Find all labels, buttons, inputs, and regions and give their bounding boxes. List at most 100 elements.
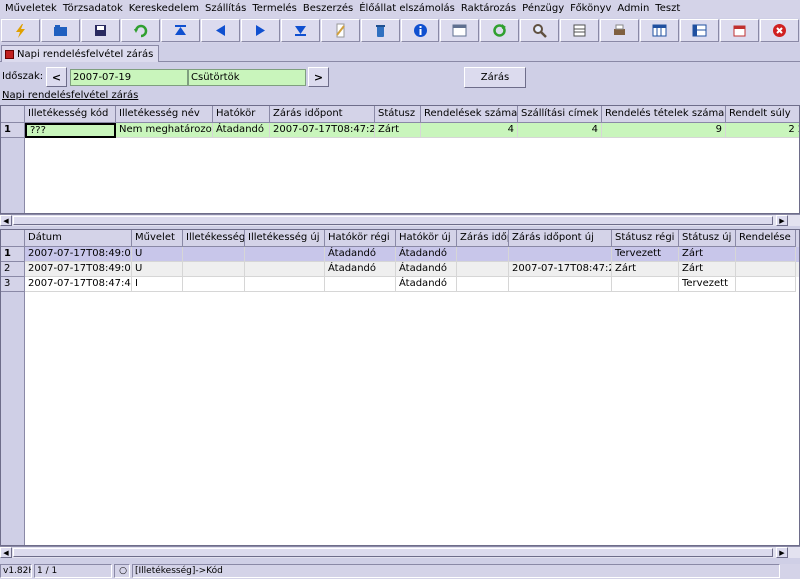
- row-number[interactable]: 1: [1, 123, 25, 138]
- window-button[interactable]: [440, 19, 480, 42]
- import-grid-button[interactable]: [680, 19, 720, 42]
- search-button[interactable]: [520, 19, 560, 42]
- table-cell[interactable]: Zárt: [612, 262, 679, 277]
- menu-item-6[interactable]: Élőállat elszámolás: [356, 0, 458, 18]
- table-cell[interactable]: Átadandó: [396, 277, 457, 292]
- save-button[interactable]: [80, 19, 120, 42]
- table-cell[interactable]: Tervezett: [612, 247, 679, 262]
- list-button[interactable]: [560, 19, 600, 42]
- table-cell[interactable]: [736, 277, 796, 292]
- column-header[interactable]: Hatókör: [213, 106, 270, 123]
- table-cell[interactable]: Tervezett: [679, 277, 736, 292]
- table-cell[interactable]: Átadandó: [325, 262, 396, 277]
- tab-napi-rendelesfelvetel-zaras[interactable]: Napi rendelésfelvétel zárás: [1, 45, 160, 62]
- last-record-button[interactable]: [280, 19, 320, 42]
- close-day-button[interactable]: Zárás: [464, 67, 526, 88]
- column-header[interactable]: Illetékesség kód: [25, 106, 116, 123]
- column-header[interactable]: Illetékesség név: [116, 106, 213, 123]
- table-row[interactable]: 3 2007-07-17T08:47:43 I Átadandó Tervezett: [1, 277, 799, 292]
- row-number[interactable]: 3: [1, 277, 25, 292]
- print-button[interactable]: [600, 19, 640, 42]
- scroll-left-icon[interactable]: ◀: [0, 547, 12, 558]
- table-cell[interactable]: 2007-07-17T08:47:22: [509, 262, 612, 277]
- row-number[interactable]: 1: [1, 247, 25, 262]
- column-header[interactable]: Státusz új: [679, 230, 736, 247]
- menu-item-1[interactable]: Törzsadatok: [60, 0, 126, 18]
- column-header[interactable]: Illetékesség új: [245, 230, 325, 247]
- table-cell[interactable]: [183, 277, 245, 292]
- menu-item-5[interactable]: Beszerzés: [300, 0, 356, 18]
- column-header[interactable]: Rendelt súly: [726, 106, 799, 123]
- table-cell[interactable]: Nem meghatározott: [116, 123, 213, 138]
- table-row[interactable]: 1??? Nem meghatározott Átadandó 2007-07-17T…: [1, 123, 799, 138]
- menu-item-11[interactable]: Teszt: [652, 0, 683, 18]
- table-cell[interactable]: Átadandó: [325, 247, 396, 262]
- table-cell[interactable]: ???: [25, 123, 116, 138]
- table-cell[interactable]: Zárt: [375, 123, 421, 138]
- table-cell[interactable]: [183, 262, 245, 277]
- scroll-left-icon[interactable]: ◀: [0, 215, 12, 226]
- prev-record-button[interactable]: [200, 19, 240, 42]
- info-button[interactable]: [400, 19, 440, 42]
- column-header[interactable]: Rendelése: [736, 230, 796, 247]
- open-folder-button[interactable]: [40, 19, 80, 42]
- menu-item-9[interactable]: Főkönyv: [567, 0, 614, 18]
- export-grid-button[interactable]: [640, 19, 680, 42]
- column-header[interactable]: Hatókör új: [396, 230, 457, 247]
- column-header[interactable]: Zárás időpont új: [509, 230, 612, 247]
- table-cell[interactable]: [245, 277, 325, 292]
- table-cell[interactable]: 2007-07-17T08:47:22: [270, 123, 375, 138]
- table-cell[interactable]: [509, 247, 612, 262]
- column-header[interactable]: Zárás időp: [457, 230, 509, 247]
- table-cell[interactable]: [612, 277, 679, 292]
- table-cell[interactable]: Átadandó: [213, 123, 270, 138]
- table-cell[interactable]: 9: [602, 123, 726, 138]
- table-cell[interactable]: [457, 247, 509, 262]
- column-header[interactable]: Rendelés tételek száma: [602, 106, 726, 123]
- next-record-button[interactable]: [240, 19, 280, 42]
- table-cell[interactable]: Zárt: [679, 247, 736, 262]
- scroll-thumb[interactable]: [13, 216, 773, 225]
- column-header[interactable]: Zárás időpont: [270, 106, 375, 123]
- table-cell[interactable]: 2 200: [726, 123, 799, 138]
- table-cell[interactable]: Átadandó: [396, 262, 457, 277]
- table-cell[interactable]: [457, 277, 509, 292]
- table-cell[interactable]: 2007-07-17T08:49:09: [25, 247, 132, 262]
- scroll-right-icon[interactable]: ▶: [776, 215, 788, 226]
- scroll-thumb[interactable]: [13, 548, 773, 557]
- menu-item-3[interactable]: Szállítás: [202, 0, 249, 18]
- summary-grid[interactable]: Illetékesség kód Illetékesség név Hatókör Z…: [0, 105, 800, 214]
- row-number[interactable]: 2: [1, 262, 25, 277]
- menu-item-4[interactable]: Termelés: [249, 0, 300, 18]
- log-grid-hscrollbar[interactable]: ◀ ▶: [0, 546, 800, 558]
- delete-button[interactable]: [360, 19, 400, 42]
- table-cell[interactable]: Zárt: [679, 262, 736, 277]
- table-cell[interactable]: [736, 262, 796, 277]
- table-cell[interactable]: [325, 277, 396, 292]
- table-cell[interactable]: [245, 247, 325, 262]
- table-cell[interactable]: [245, 262, 325, 277]
- table-cell[interactable]: 4: [518, 123, 602, 138]
- date-field[interactable]: 2007-07-19: [70, 69, 188, 86]
- next-day-button[interactable]: >: [308, 67, 329, 87]
- table-cell[interactable]: [457, 262, 509, 277]
- lightning-button[interactable]: [1, 19, 40, 42]
- table-cell[interactable]: Átadandó: [396, 247, 457, 262]
- radio-icon[interactable]: ○: [114, 564, 130, 578]
- first-record-button[interactable]: [160, 19, 200, 42]
- table-cell[interactable]: [183, 247, 245, 262]
- sync-button[interactable]: [480, 19, 520, 42]
- edit-button[interactable]: [320, 19, 360, 42]
- table-cell[interactable]: [736, 247, 796, 262]
- refresh-button[interactable]: [120, 19, 160, 42]
- table-row[interactable]: 2 2007-07-17T08:49:09 U Átadandó Átadandó 200…: [1, 262, 799, 277]
- menu-item-10[interactable]: Admin: [614, 0, 652, 18]
- menu-item-0[interactable]: Műveletek: [2, 0, 60, 18]
- menu-item-2[interactable]: Kereskedelem: [126, 0, 202, 18]
- column-header[interactable]: Szállítási címek s: [518, 106, 602, 123]
- table-cell[interactable]: U: [132, 247, 183, 262]
- column-header[interactable]: Illetékesség: [183, 230, 245, 247]
- column-header[interactable]: Státusz: [375, 106, 421, 123]
- prev-day-button[interactable]: <: [46, 67, 67, 87]
- summary-grid-hscrollbar[interactable]: ◀ ▶: [0, 214, 800, 226]
